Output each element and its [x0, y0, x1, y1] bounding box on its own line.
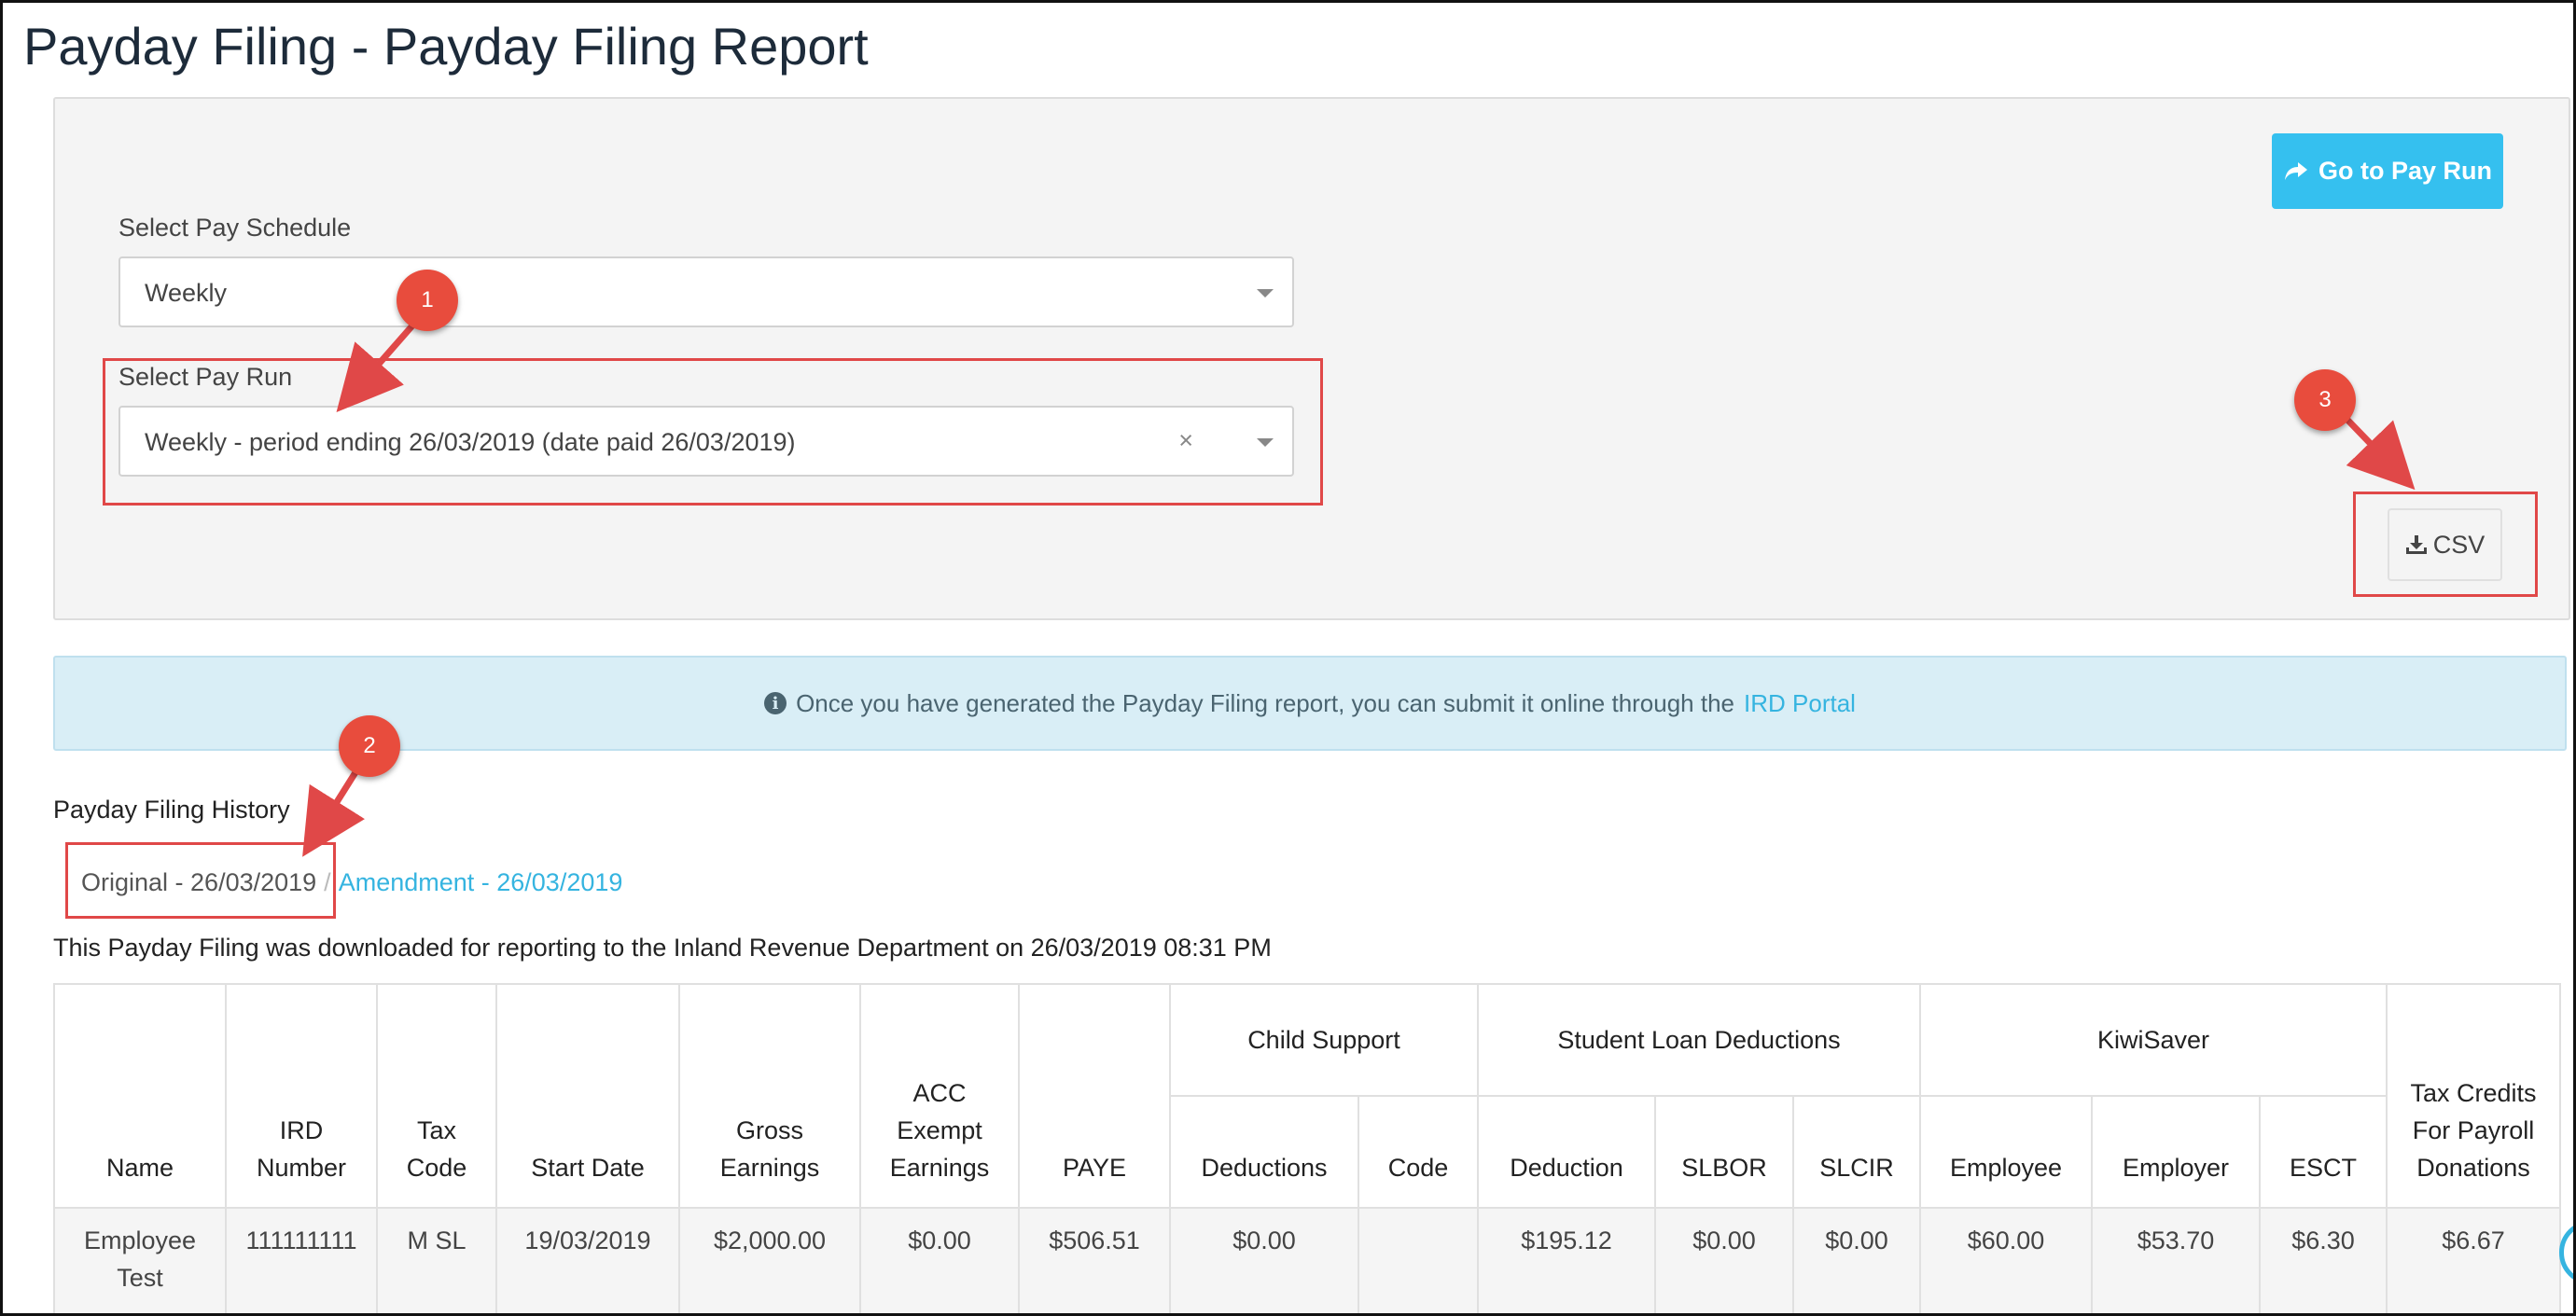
group-kiwisaver: KiwiSaver	[1919, 983, 2388, 1097]
col-slcir: SLCIR	[1792, 1095, 1921, 1209]
col-acc-exempt: ACC Exempt Earnings	[859, 983, 1020, 1209]
col-cs-deductions: Deductions	[1169, 1095, 1359, 1209]
ird-portal-link[interactable]: IRD Portal	[1744, 689, 1856, 718]
callout-badge-3: 3	[2294, 369, 2356, 431]
col-sl-deduction: Deduction	[1477, 1095, 1656, 1209]
info-alert: i Once you have generated the Payday Fil…	[53, 656, 2567, 751]
cell-slbor: $0.00	[1654, 1207, 1794, 1313]
col-esct: ESCT	[2259, 1095, 2388, 1209]
pay-schedule-label: Select Pay Schedule	[118, 214, 352, 242]
cell-cs-code	[1358, 1207, 1479, 1313]
page-title: Payday Filing - Payday Filing Report	[23, 17, 869, 76]
cell-esct: $6.30	[2259, 1207, 2388, 1313]
cell-ks-employee: $60.00	[1919, 1207, 2093, 1313]
go-to-pay-run-label: Go to Pay Run	[2318, 157, 2492, 185]
highlight-box-original	[65, 842, 336, 919]
callout-arrow-2	[302, 768, 365, 857]
info-icon: i	[764, 692, 787, 714]
cell-name: Employee Test	[53, 1207, 227, 1313]
history-tab-amendment[interactable]: Amendment - 26/03/2019	[339, 868, 623, 896]
col-gross-earnings: Gross Earnings	[678, 983, 861, 1209]
history-title: Payday Filing History	[53, 796, 290, 824]
col-ird-number: IRD Number	[225, 983, 378, 1209]
cell-ird-number: 111111111	[225, 1207, 378, 1313]
share-arrow-icon	[2284, 161, 2307, 180]
cell-sl-deduction: $195.12	[1477, 1207, 1656, 1313]
col-tax-code: Tax Code	[376, 983, 497, 1209]
highlight-box-csv	[2353, 492, 2538, 597]
callout-badge-1: 1	[397, 270, 458, 331]
group-child-support: Child Support	[1169, 983, 1479, 1097]
chat-widget-icon[interactable]	[2559, 1220, 2573, 1285]
cell-cs-deductions: $0.00	[1169, 1207, 1359, 1313]
group-student-loan: Student Loan Deductions	[1477, 983, 1921, 1097]
col-tax-credits: Tax Credits For Payroll Donations	[2386, 983, 2561, 1209]
col-name: Name	[53, 983, 227, 1209]
screenshot-frame: Payday Filing - Payday Filing Report Go …	[0, 0, 2576, 1316]
cell-slcir: $0.00	[1792, 1207, 1921, 1313]
col-slbor: SLBOR	[1654, 1095, 1794, 1209]
col-paye: PAYE	[1018, 983, 1171, 1209]
go-to-pay-run-button[interactable]: Go to Pay Run	[2272, 133, 2503, 209]
col-ks-employer: Employer	[2091, 1095, 2261, 1209]
alert-text: Once you have generated the Payday Filin…	[796, 688, 1735, 717]
cell-ks-employer: $53.70	[2091, 1207, 2261, 1313]
pay-schedule-select[interactable]: Weekly	[118, 256, 1294, 327]
callout-badge-2: 2	[339, 715, 400, 777]
col-cs-code: Code	[1358, 1095, 1479, 1209]
download-note: This Payday Filing was downloaded for re…	[53, 934, 1272, 962]
chevron-down-icon	[1257, 289, 1274, 298]
cell-tax-credits: $6.67	[2386, 1207, 2561, 1313]
cell-start-date: 19/03/2019	[495, 1207, 680, 1313]
highlight-box-pay-run	[103, 358, 1323, 506]
cell-gross-earnings: $2,000.00	[678, 1207, 861, 1313]
payday-filing-table: Name IRD Number Tax Code Start Date Gros…	[53, 983, 2561, 1313]
cell-acc-exempt: $0.00	[859, 1207, 1020, 1313]
cell-tax-code: M SL	[376, 1207, 497, 1313]
col-start-date: Start Date	[495, 983, 680, 1209]
cell-paye: $506.51	[1018, 1207, 1171, 1313]
pay-schedule-value: Weekly	[145, 279, 228, 307]
table-row: Employee Test 111111111 M SL 19/03/2019 …	[53, 1207, 2561, 1313]
col-ks-employee: Employee	[1919, 1095, 2093, 1209]
